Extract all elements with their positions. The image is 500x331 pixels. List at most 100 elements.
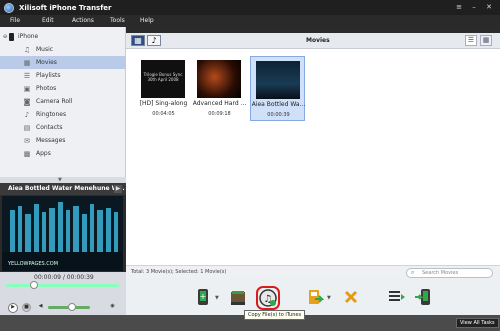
view-all-tasks-button[interactable]: View All Tasks	[456, 318, 499, 328]
delete-icon	[344, 290, 358, 304]
sidebar-item-label: Camera Roll	[36, 98, 73, 105]
movie-tile-selected[interactable]: Aiea Bottled Wa... 00:00:39	[250, 56, 305, 121]
contacts-icon: ▤	[23, 123, 31, 132]
sidebar-item-messages[interactable]: ✉ Messages	[0, 134, 126, 147]
preview-watermark: YELLOWPAGES.COM	[8, 261, 59, 267]
movie-grid: Trilogie Bonus Sync 30th April 2008 [HD]…	[126, 49, 500, 265]
dropdown-arrow-icon[interactable]: ▼	[327, 295, 331, 301]
sidebar-item-camera-roll[interactable]: ◙ Camera Roll	[0, 95, 126, 108]
copy-to-pc-icon	[231, 291, 245, 305]
sidebar-item-movies[interactable]: ▦ Movies	[0, 56, 126, 69]
sidebar-item-ringtones[interactable]: ♪ Ringtones	[0, 108, 126, 121]
movie-duration: 00:00:39	[267, 112, 290, 118]
snapshot-icon[interactable]: ◉	[108, 303, 117, 312]
menu-edit[interactable]: Edit	[32, 15, 62, 27]
volume-slider[interactable]	[48, 303, 90, 311]
movie-duration: 00:04:05	[152, 111, 175, 117]
guitar-view-button[interactable]: ♪	[147, 35, 161, 46]
bell-icon: ♪	[24, 110, 30, 119]
playback-time: 00:00:09 / 00:00:39	[34, 274, 94, 281]
action-toolbar: + ▼ ♫ ▼	[126, 278, 500, 315]
playlist-add-button[interactable]	[388, 288, 406, 306]
sidebar-item-label: Playlists	[36, 72, 61, 79]
status-bar: Total: 3 Movie(s); Selected: 1 Movie(s) …	[126, 265, 500, 278]
movie-name: Advanced Hard ...	[192, 100, 247, 107]
movie-name: [HD] Sing-along	[139, 100, 188, 107]
apps-icon: ▩	[23, 149, 31, 158]
close-icon[interactable]: ✕	[484, 3, 494, 11]
menu-icon[interactable]: ≡	[454, 3, 464, 11]
dropdown-arrow-icon[interactable]: ▼	[215, 295, 219, 301]
import-to-device-icon	[415, 289, 430, 305]
add-to-device-button[interactable]: +	[194, 288, 212, 306]
preview-frame	[2, 196, 123, 271]
film-view-button[interactable]: ▦	[131, 35, 145, 46]
movie-duration: 00:09:18	[208, 111, 231, 117]
page-title: Movies	[306, 37, 330, 44]
title-bar: Xilisoft iPhone Transfer ≡ – ✕	[0, 0, 500, 15]
export-icon	[309, 290, 325, 304]
sidebar: ⊖ iPhone ♫ Music ▦ Movies ☰ Playlists ▣ …	[0, 27, 126, 180]
menu-bar: File Edit Actions Tools Help	[0, 15, 500, 27]
search-icon: ⌕	[411, 269, 415, 276]
import-to-device-button[interactable]	[414, 288, 432, 306]
sidebar-item-label: iPhone	[18, 33, 39, 40]
menu-file[interactable]: File	[0, 15, 32, 27]
photo-icon: ▣	[23, 84, 31, 93]
camera-icon: ◙	[23, 97, 31, 106]
music-note-icon: ♫	[23, 45, 31, 54]
itunes-icon: ♫	[259, 289, 277, 307]
play-button[interactable]: ▶	[8, 303, 18, 313]
sidebar-item-label: Ringtones	[36, 111, 67, 118]
volume-handle[interactable]	[68, 303, 76, 311]
sidebar-item-contacts[interactable]: ▤ Contacts	[0, 121, 126, 134]
export-button[interactable]	[306, 288, 325, 306]
delete-button[interactable]	[342, 288, 360, 306]
app-logo-icon	[4, 2, 14, 13]
sidebar-item-label: Messages	[36, 137, 66, 144]
movie-thumbnail	[256, 61, 300, 99]
now-playing-bar: Aiea Bottled Water Menehune W... ▶	[0, 183, 126, 195]
app-title: Xilisoft iPhone Transfer	[19, 3, 112, 12]
playlist-add-icon	[389, 291, 405, 301]
player-controls: 00:00:09 / 00:00:39 ▶ ■ ◀ ◉	[0, 272, 126, 315]
seek-bar[interactable]	[6, 281, 119, 289]
next-arrow-icon[interactable]: ▶	[114, 185, 122, 193]
tooltip: Copy File(s) to iTunes	[244, 310, 306, 320]
list-view-button[interactable]: ☰	[465, 35, 477, 46]
sidebar-item-label: Movies	[36, 59, 57, 66]
now-playing-title: Aiea Bottled Water Menehune W...	[8, 185, 125, 192]
sidebar-item-label: Photos	[36, 85, 57, 92]
film-icon: ▦	[23, 58, 31, 67]
copy-to-itunes-button[interactable]: ♫	[256, 286, 280, 310]
copy-to-pc-button[interactable]	[229, 288, 247, 306]
content-header: ▦ ♪ Movies ☰ ▦	[126, 33, 500, 49]
minimize-icon[interactable]: –	[469, 3, 479, 11]
search-input[interactable]: ⌕ Search Movies	[406, 268, 493, 278]
menu-help[interactable]: Help	[130, 15, 162, 27]
seek-handle[interactable]	[30, 281, 38, 289]
menu-actions[interactable]: Actions	[62, 15, 100, 27]
stop-button[interactable]: ■	[22, 303, 31, 312]
svg-text:+: +	[200, 292, 207, 301]
add-to-device-icon: +	[198, 289, 208, 305]
playlist-icon: ☰	[23, 71, 31, 80]
video-preview: YELLOWPAGES.COM	[2, 196, 123, 271]
sidebar-item-apps[interactable]: ▩ Apps	[0, 147, 126, 160]
sidebar-item-label: Apps	[36, 150, 51, 157]
sidebar-item-playlists[interactable]: ☰ Playlists	[0, 69, 126, 82]
movie-thumbnail	[197, 60, 241, 98]
grid-view-button[interactable]: ▦	[480, 35, 492, 46]
movie-tile[interactable]: Advanced Hard ... 00:09:18	[192, 56, 247, 121]
movie-thumbnail: Trilogie Bonus Sync 30th April 2008	[141, 60, 185, 98]
phone-icon	[9, 32, 14, 41]
sidebar-item-iphone[interactable]: ⊖ iPhone	[0, 30, 126, 43]
movie-name: Aiea Bottled Wa...	[251, 101, 306, 108]
movie-tile[interactable]: Trilogie Bonus Sync 30th April 2008 [HD]…	[136, 56, 191, 121]
search-placeholder: Search Movies	[422, 270, 459, 276]
sidebar-item-photos[interactable]: ▣ Photos	[0, 82, 126, 95]
volume-icon[interactable]: ◀	[36, 303, 45, 312]
sidebar-item-label: Music	[36, 46, 54, 53]
menu-tools[interactable]: Tools	[100, 15, 130, 27]
sidebar-item-music[interactable]: ♫ Music	[0, 43, 126, 56]
